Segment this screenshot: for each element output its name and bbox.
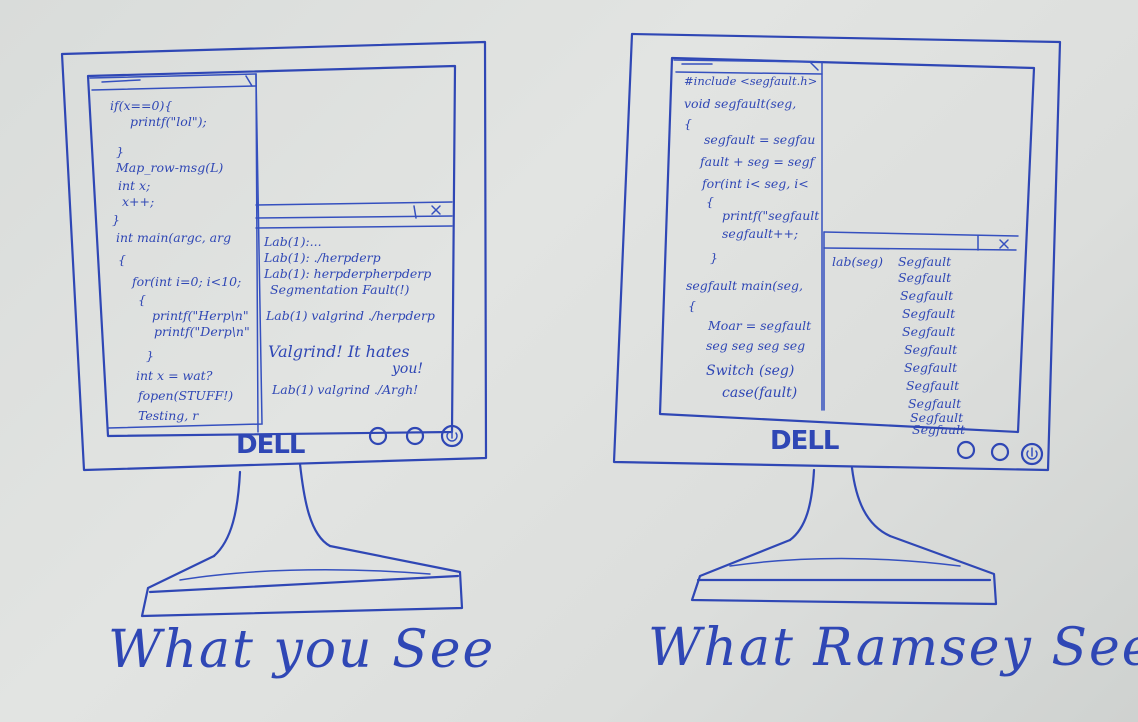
code-line: { [118,252,126,267]
terminal-line: Lab(1) valgrind ./herpderp [266,308,435,323]
terminal-line: Segfault [900,288,954,303]
code-line: } [116,144,124,159]
code-line: int main(argc, arg [116,230,232,245]
code-line: seg seg seg seg [706,338,806,353]
code-line: } [112,212,120,227]
code-line: for(int i< seg, i< [702,176,809,191]
code-line: Switch (seg) [706,363,795,379]
terminal-prompt: lab(seg) [832,254,884,269]
code-line: { [706,194,714,209]
code-line: { [688,298,696,313]
terminal-line: Segfault [906,378,960,393]
code-line: void segfault(seg, [684,96,797,111]
code-line: printf("segfault [722,208,820,223]
code-line: segfault main(seg, [686,278,803,293]
caption-right: What Ramsey Sees [648,618,1138,678]
code-line: printf("lol"); [130,114,207,129]
terminal-line: Lab(1) valgrind ./Argh! [272,382,419,397]
terminal-line: Lab(1):... [264,234,322,249]
code-line: printf("Derp\n" [154,324,250,339]
code-line: printf("Herp\n" [152,308,249,323]
code-line: { [138,292,146,307]
caption-left: What you See [108,620,496,680]
code-line: fault + seg = segf [700,154,815,169]
terminal-line: Segmentation Fault(!) [270,282,410,297]
terminal-line: Segfault [904,360,958,375]
code-line: } [146,348,154,363]
code-line: fopen(STUFF!) [138,388,234,403]
terminal-line: Segfault [902,306,956,321]
code-line: } [710,250,718,265]
terminal-line: Segfault [904,342,958,357]
code-line: segfault++; [722,226,799,241]
dell-logo: DELL [770,426,839,456]
code-line: int x = wat? [136,368,213,383]
code-line: for(int i=0; i<10; [132,274,242,289]
terminal-line: Segfault [898,270,952,285]
code-line: int x; [118,178,151,193]
right-monitor-outline [612,32,1062,606]
terminal-line: Segfault [902,324,956,339]
terminal-line: Segfault [908,396,962,411]
code-line: Testing, r [138,408,199,423]
terminal-line: Segfault [898,254,952,269]
dell-logo: DELL [236,430,305,460]
code-line: segfault = segfau [704,132,816,147]
terminal-line: Segfault [912,422,966,437]
code-line: #include <segfault.h> [684,74,818,88]
left-monitor-outline [60,40,488,618]
code-line: if(x==0){ [110,98,173,113]
terminal-line: Lab(1): herpderpherpderp [264,266,432,281]
code-line: { [684,116,692,131]
code-line: x++; [122,194,155,209]
code-line: Map_row-msg(L) [116,160,224,175]
code-line: Moar = segfault [708,318,812,333]
code-line: case(fault) [722,385,798,401]
terminal-line: Lab(1): ./herpderp [264,250,381,265]
terminal-line: you! [392,361,423,377]
terminal-line: Valgrind! It hates [268,342,410,361]
